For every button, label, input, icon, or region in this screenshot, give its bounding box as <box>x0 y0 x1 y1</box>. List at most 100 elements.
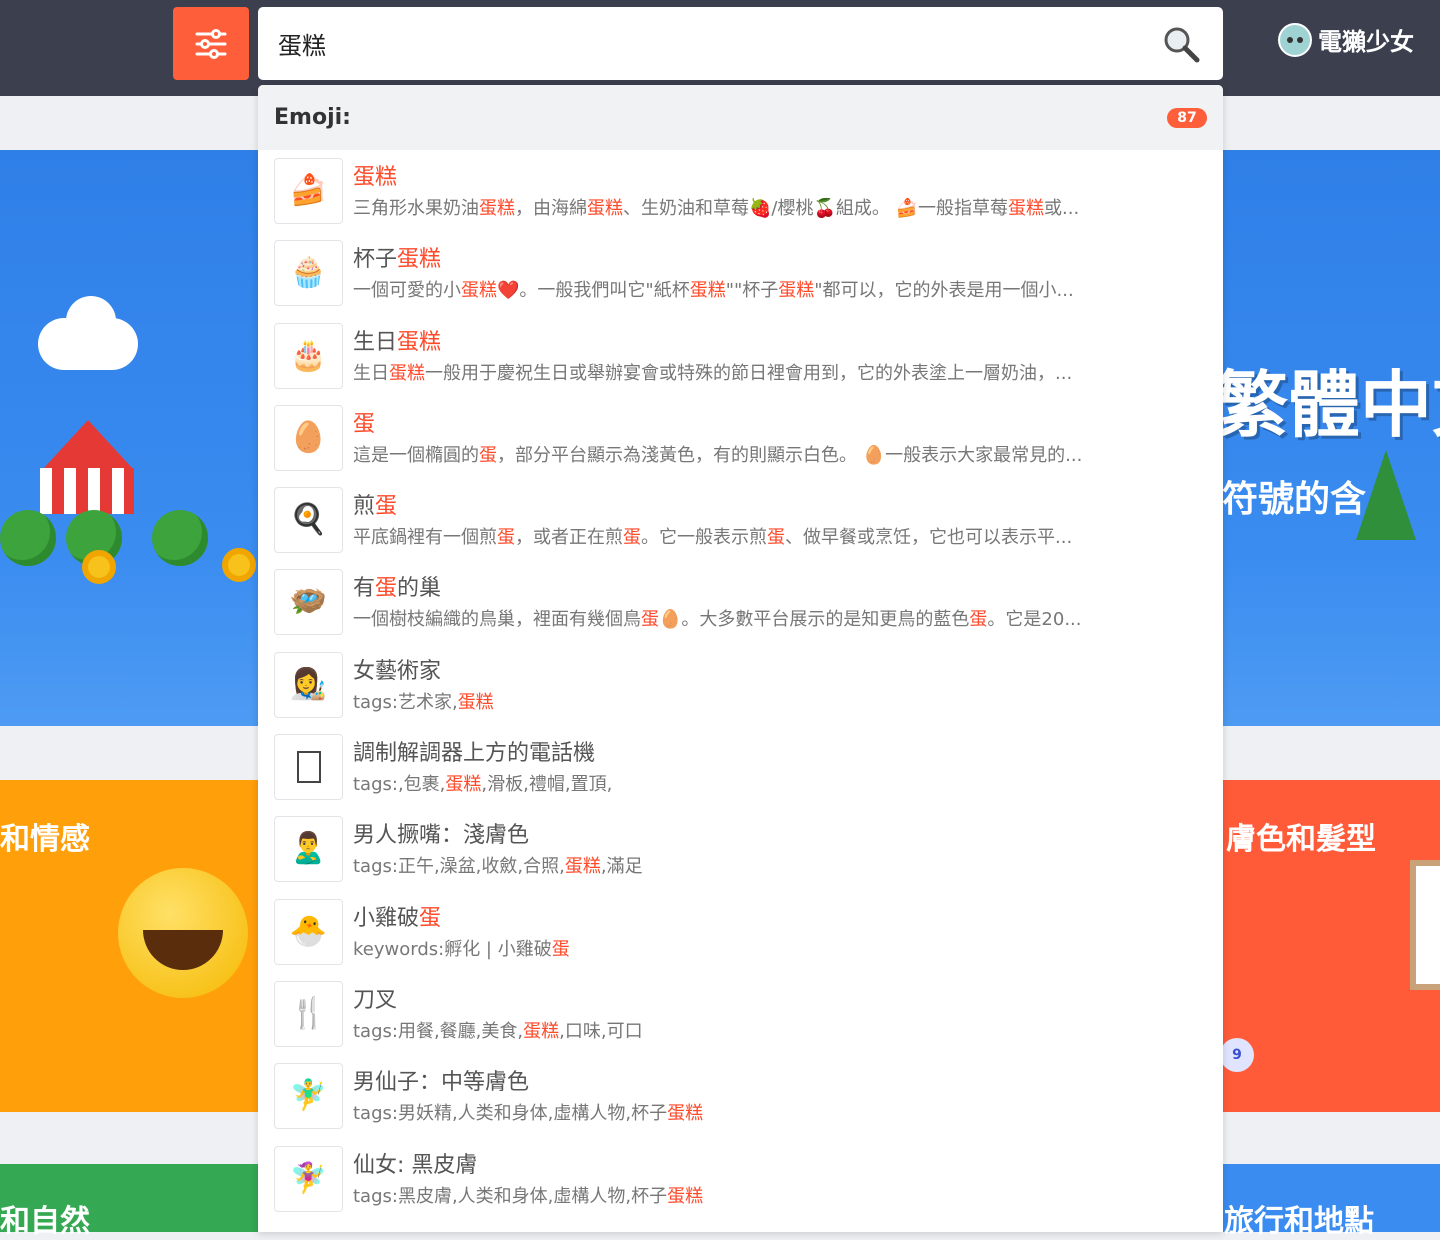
highlight-match: 蛋糕 <box>564 856 601 878</box>
description-segment: 生日 <box>353 362 389 384</box>
list-item[interactable]: 🥚 蛋這是一個橢圓的蛋，部分平台顯示為淺黃色，有的則顯示白色。 🥚一般表示大家最常… <box>258 404 1223 487</box>
section-title: Emoji: <box>274 105 351 130</box>
list-item-title: 杯子蛋糕 <box>353 244 1207 276</box>
description-segment: 一個可愛的小 <box>353 280 461 302</box>
sunflower-icon <box>222 548 256 582</box>
sunflower-icon <box>82 550 116 584</box>
woman-fairy-icon: 🧚‍♀️ <box>274 1145 343 1212</box>
description-segment: 一般用于慶祝生日或舉辦宴會或特殊的節日裡會用到，它的外表塗上一層奶油，... <box>425 362 1073 384</box>
highlight-match: 蛋糕 <box>397 247 442 273</box>
description-segment: 、做早餐或烹饪，它也可以表示平... <box>785 527 1073 549</box>
site-logo[interactable]: 電獺少女 <box>1278 22 1414 57</box>
description-segment: ""杯子 <box>725 280 779 302</box>
list-item[interactable]: 🙎‍♂️ 男人撅嘴：淺膚色 tags:正午,澡盆,收斂,合照,蛋糕,滿足 <box>258 816 1223 898</box>
page-badge[interactable]: 9 <box>1220 1038 1254 1072</box>
man-pouting-icon: 🙎‍♂️ <box>274 816 343 883</box>
description-segment: tags:正午,澡盆,收斂,合照, <box>353 856 565 878</box>
sliders-icon <box>195 28 227 59</box>
category-card-nature-label: 和自然 <box>0 1204 90 1239</box>
description-segment: 。它是20... <box>987 609 1082 631</box>
list-item-description: 生日蛋糕一般用于慶祝生日或舉辦宴會或特殊的節日裡會用到，它的外表塗上一層奶油，.… <box>353 359 1207 389</box>
highlight-match: 蛋糕 <box>523 1020 560 1042</box>
list-item-text: 生日蛋糕 生日蛋糕一般用于慶祝生日或舉辦宴會或特殊的節日裡會用到，它的外表塗上一層… <box>353 323 1207 389</box>
list-item[interactable]: 🍴 刀叉 tags:用餐,餐廳,美食,蛋糕,口味,可口 <box>258 980 1223 1063</box>
description-segment: 。它一般表示煎 <box>641 527 767 549</box>
banner-subheading: 符號的含 <box>1222 479 1367 520</box>
description-segment: 或... <box>1044 198 1080 219</box>
category-card-travel-label: 旅行和地點 <box>1224 1204 1374 1239</box>
list-item-text: 調制解調器上方的電話機 tags:,包裹,蛋糕,滑板,禮帽,置頂, <box>353 734 1207 800</box>
list-item-title: 刀叉 <box>353 985 1207 1017</box>
highlight-match: 蛋糕 <box>689 280 726 302</box>
list-item-description: 一個樹枝編織的鳥巢，裡面有幾個鳥蛋🥚。大多數平台展示的是知更鳥的藍色蛋。它是20… <box>353 605 1207 635</box>
list-item-text: 蛋這是一個橢圓的蛋，部分平台顯示為淺黃色，有的則顯示白色。 🥚一般表示大家最常見… <box>353 405 1207 471</box>
description-segment: 、生奶油和草莓🍓/櫻桃🍒組成。 🍰一般指草莓 <box>623 198 1009 219</box>
list-item[interactable]: 🍳 煎蛋 平底鍋裡有一個煎蛋，或者正在煎蛋。它一般表示煎蛋、做早餐或烹饪，它也可以表… <box>258 487 1223 569</box>
description-segment: tags:黑皮膚,人类和身体,虛構人物,杯子 <box>353 1185 668 1207</box>
search-box <box>258 7 1223 80</box>
highlight-match: 蛋 <box>551 938 570 960</box>
list-item[interactable]: 🧚‍♂️ 男仙子：中等膚色 tags:男妖精,人类和身体,虛構人物,杯子蛋糕 <box>258 1063 1223 1145</box>
circus-tent-icon <box>42 420 134 470</box>
highlight-match: 蛋糕 <box>461 280 497 302</box>
category-card-people-label: 膚色和髮型 <box>1226 822 1376 857</box>
list-item[interactable]: 🧚‍♀️ 仙女: 黑皮膚 tags:黑皮膚,人类和身体,虛構人物,杯子蛋糕 <box>258 1145 1223 1228</box>
list-item-title: 仙女: 黑皮膚 <box>353 1150 1207 1182</box>
search-input[interactable] <box>278 29 1159 58</box>
highlight-match: 蛋糕 <box>1008 198 1045 219</box>
list-item[interactable]: 🍰 蛋糕 三角形水果奶油蛋糕，由海綿蛋糕、生奶油和草莓🍓/櫻桃🍒組成。 🍰一般指草莓… <box>258 158 1223 240</box>
list-item-text: 男仙子：中等膚色 tags:男妖精,人类和身体,虛構人物,杯子蛋糕 <box>353 1063 1207 1129</box>
description-segment: keywords:孵化 | 小雞破 <box>353 938 552 960</box>
highlight-match: 蛋糕 <box>667 1103 704 1125</box>
list-item-text: 男人撅嘴：淺膚色 tags:正午,澡盆,收斂,合照,蛋糕,滿足 <box>353 816 1207 882</box>
list-item-text: 女藝術家 tags:艺术家,蛋糕 <box>353 652 1207 718</box>
description-segment: tags:男妖精,人类和身体,虛構人物,杯子 <box>353 1103 668 1125</box>
list-item-description: tags:用餐,餐廳,美食,蛋糕,口味,可口 <box>353 1017 1207 1047</box>
list-item[interactable]: 調制解調器上方的電話機 tags:,包裹,蛋糕,滑板,禮帽,置頂, <box>258 734 1223 816</box>
description-segment: ,滿足 <box>600 856 643 878</box>
description-segment: tags:艺术家, <box>353 691 458 713</box>
highlight-match: 蛋 <box>767 527 785 549</box>
frying-pan-icon: 🍳 <box>274 487 343 554</box>
banner-heading: 繁體中文 <box>1216 363 1440 447</box>
description-segment: ❤️。一般我們叫它"紙杯 <box>497 280 690 302</box>
description-segment: ,滑板,禮帽,置頂, <box>481 774 613 796</box>
highlight-match: 蛋 <box>353 411 376 437</box>
shortcake-icon: 🍰 <box>274 158 343 224</box>
list-item[interactable]: 🧁 杯子蛋糕 一個可愛的小蛋糕❤️。一般我們叫它"紙杯蛋糕""杯子蛋糕"都可以，它的… <box>258 240 1223 322</box>
cupcake-icon: 🧁 <box>274 240 343 307</box>
list-item[interactable]: 🐣 小雞破蛋 keywords:孵化 | 小雞破蛋 <box>258 898 1223 981</box>
highlight-match: 蛋 <box>479 444 497 466</box>
list-item-description: 一個可愛的小蛋糕❤️。一般我們叫它"紙杯蛋糕""杯子蛋糕"都可以，它的外表是用一… <box>353 276 1207 306</box>
title-segment: 杯子 <box>353 247 398 273</box>
fork-and-knife-icon: 🍴 <box>274 980 343 1047</box>
description-segment: tags:,包裹, <box>353 774 446 796</box>
suggestion-list: 🍰 蛋糕 三角形水果奶油蛋糕，由海綿蛋糕、生奶油和草莓🍓/櫻桃🍒組成。 🍰一般指草莓… <box>258 150 1223 1228</box>
highlight-match: 蛋糕 <box>389 362 425 384</box>
list-item-text: 蛋糕 三角形水果奶油蛋糕，由海綿蛋糕、生奶油和草莓🍓/櫻桃🍒組成。 🍰一般指草莓蛋… <box>353 158 1207 224</box>
description-segment: ，由海綿 <box>515 198 587 219</box>
christmas-tree-icon <box>1356 450 1416 540</box>
search-icon[interactable] <box>1159 22 1203 66</box>
highlight-match: 蛋糕 <box>479 198 515 219</box>
list-item-description: tags:,包裹,蛋糕,滑板,禮帽,置頂, <box>353 770 1207 800</box>
list-item-description: tags:黑皮膚,人类和身体,虛構人物,杯子蛋糕 <box>353 1182 1207 1212</box>
list-item-description: 這是一個橢圓的蛋，部分平台顯示為淺黃色，有的則顯示白色。 🥚一般表示大家最常見的… <box>353 441 1207 471</box>
title-segment: 小雞破 <box>353 905 420 931</box>
list-item[interactable]: 🪺 有蛋的巢 一個樹枝編織的鳥巢，裡面有幾個鳥蛋🥚。大多數平台展示的是知更鳥的藍色蛋… <box>258 569 1223 651</box>
description-segment: 三角形水果奶油 <box>353 198 479 219</box>
list-item-text: 仙女: 黑皮膚 tags:黑皮膚,人类和身体,虛構人物,杯子蛋糕 <box>353 1146 1207 1212</box>
list-item[interactable]: 👩‍🎨 女藝術家 tags:艺术家,蛋糕 <box>258 651 1223 734</box>
logo-text: 電獺少女 <box>1318 28 1414 56</box>
search-suggestions-dropdown: Emoji: 87 🍰 蛋糕 三角形水果奶油蛋糕，由海綿蛋糕、生奶油和草莓🍓/櫻桃🍒… <box>258 85 1223 1232</box>
list-item-title: 調制解調器上方的電話機 <box>353 738 1207 770</box>
result-count-badge: 87 <box>1167 107 1207 128</box>
missing-glyph-icon <box>274 734 343 801</box>
list-item-text: 煎蛋 平底鍋裡有一個煎蛋，或者正在煎蛋。它一般表示煎蛋、做早餐或烹饪，它也可以表示… <box>353 487 1207 553</box>
list-item[interactable]: 🎂 生日蛋糕 生日蛋糕一般用于慶祝生日或舉辦宴會或特殊的節日裡會用到，它的外表塗上一… <box>258 322 1223 405</box>
filter-settings-button[interactable] <box>173 7 249 80</box>
description-segment: 平底鍋裡有一個煎 <box>353 527 497 549</box>
list-item-description: tags:正午,澡盆,收斂,合照,蛋糕,滿足 <box>353 852 1207 882</box>
nest-with-eggs-icon: 🪺 <box>274 569 343 636</box>
title-segment: 調制解調器上方的電話機 <box>353 741 596 767</box>
